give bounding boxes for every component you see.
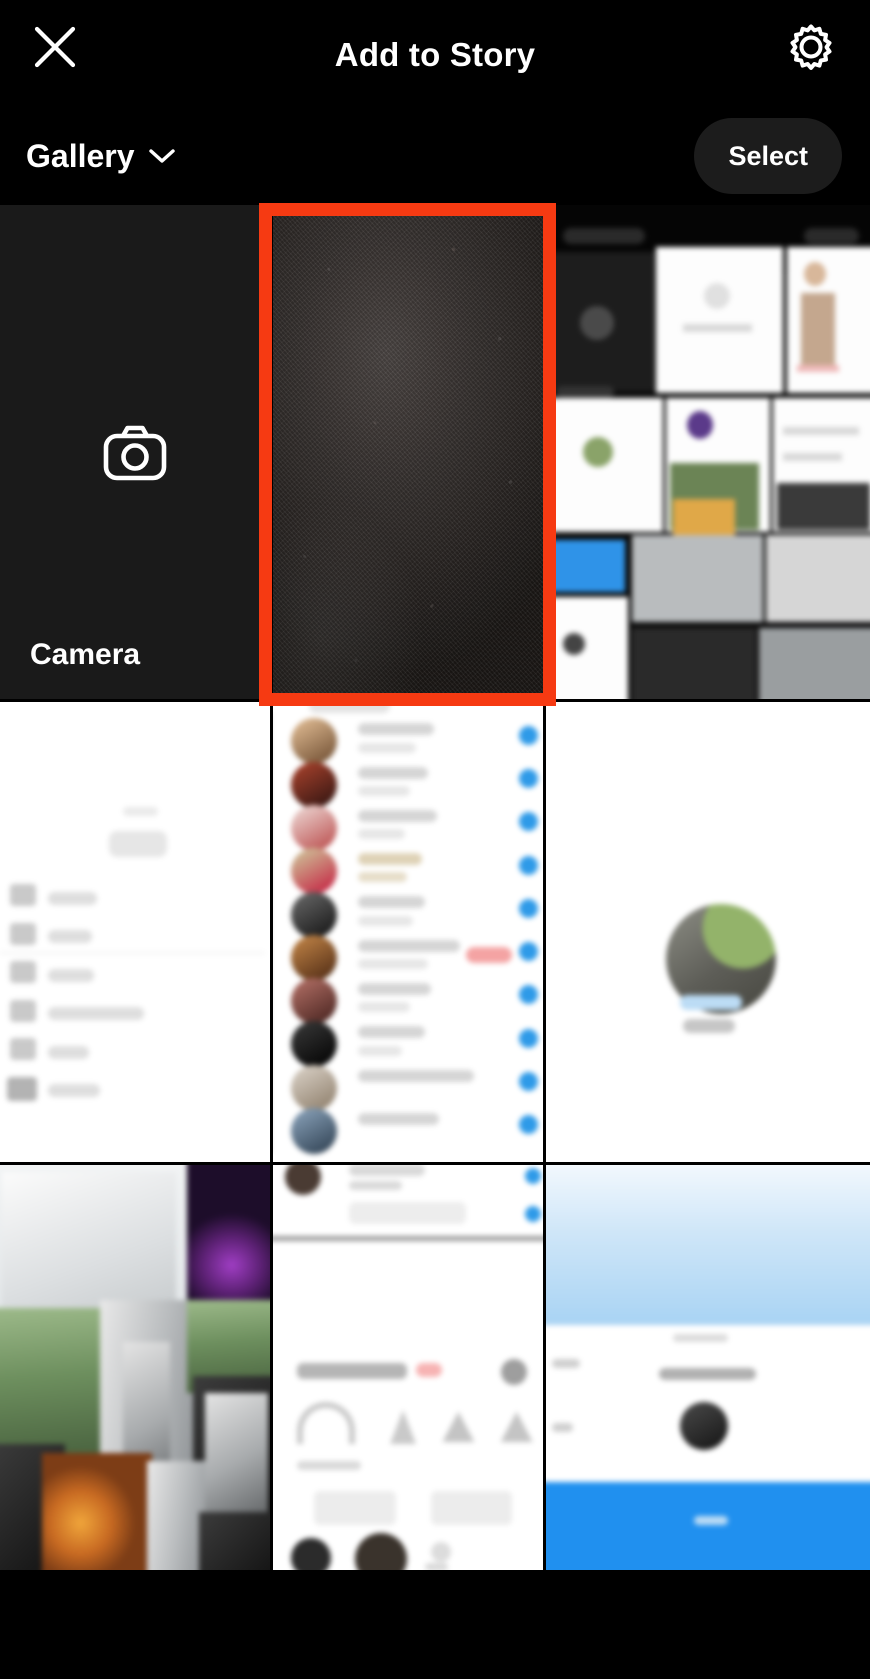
chevron-down-icon — [148, 149, 175, 163]
gallery-thumb-3[interactable] — [0, 702, 270, 1163]
camera-icon — [103, 425, 167, 480]
gallery-thumb-7[interactable] — [272, 1165, 543, 1570]
gallery-thumb-6[interactable] — [0, 1165, 270, 1570]
page-title: Add to Story — [334, 36, 536, 73]
gear-icon — [790, 24, 832, 70]
select-button[interactable]: Select — [694, 118, 842, 194]
gallery-subheader: Gallery Select — [0, 110, 870, 205]
camera-tile[interactable]: Camera — [0, 205, 270, 700]
grid-divider-vertical-1 — [270, 205, 273, 1570]
top-header-bar: Add to Story — [0, 0, 870, 110]
thumb-photo-fabric — [272, 205, 543, 700]
gallery-thumb-8[interactable] — [545, 1165, 870, 1570]
thumb-screenshot-share — [272, 1165, 543, 1570]
thumb-screenshot-blueapp — [545, 1165, 870, 1570]
thumb-screenshot-settings — [0, 702, 270, 1163]
camera-icon-wrap — [0, 205, 270, 700]
camera-tile-label: Camera — [30, 638, 141, 671]
gallery-thumb-4[interactable] — [272, 702, 543, 1163]
thumb-screenshot-darkapp — [545, 205, 870, 700]
grid-divider-horizontal-1 — [0, 699, 870, 702]
gallery-thumb-2[interactable] — [545, 205, 870, 700]
thumb-screenshot-profile — [545, 702, 870, 1163]
gallery-thumb-1[interactable] — [272, 205, 543, 700]
gallery-source-dropdown[interactable]: Gallery — [26, 126, 177, 186]
thumb-screenshot-contactlist — [272, 702, 543, 1163]
settings-button[interactable] — [782, 18, 840, 76]
gallery-grid: Camera — [0, 205, 870, 1570]
grid-divider-horizontal-2 — [0, 1162, 870, 1165]
gallery-source-label: Gallery — [26, 137, 135, 174]
gallery-thumb-5[interactable] — [545, 702, 870, 1163]
grid-divider-vertical-2 — [543, 205, 546, 1570]
thumb-photo-collage — [0, 1165, 270, 1570]
bottom-nav-bar — [0, 1657, 870, 1679]
